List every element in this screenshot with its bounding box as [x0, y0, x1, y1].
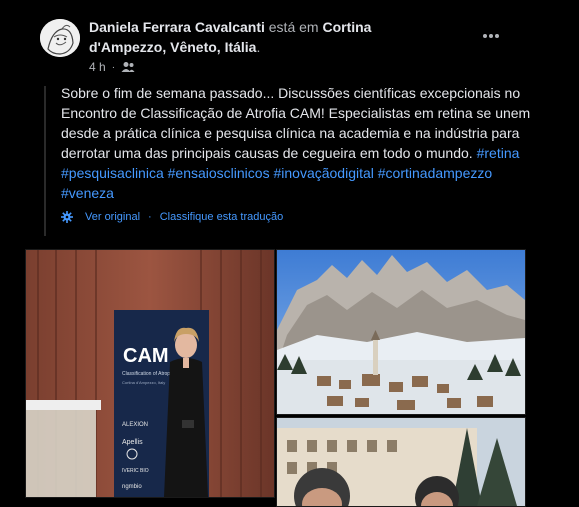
svg-text:ngmbio: ngmbio: [122, 484, 142, 490]
svg-text:IVERIC BIO: IVERIC BIO: [122, 468, 149, 474]
post-time[interactable]: 4 h: [89, 60, 106, 74]
meta-dot: ·: [111, 61, 116, 73]
rate-translation-link[interactable]: Classifique esta tradução: [160, 211, 284, 223]
svg-text:ALEXION: ALEXION: [122, 422, 148, 428]
post-indent-line: [44, 86, 46, 236]
see-original-link[interactable]: Ver original: [85, 211, 140, 223]
translation-row: Ver original · Classifique esta tradução: [61, 211, 283, 223]
hashtag-link[interactable]: #pesquisaclinica: [61, 165, 164, 181]
post-header-line-1: Daniela Ferrara Cavalcanti está em Corti…: [89, 17, 419, 37]
svg-text:Apellis: Apellis: [122, 439, 143, 446]
home-icon[interactable]: [26, 0, 48, 6]
translate-separator: ·: [148, 211, 152, 223]
author-avatar[interactable]: [40, 19, 80, 57]
post-text-main: Sobre o fim de semana passado... Discuss…: [61, 85, 531, 161]
location-link-part2[interactable]: d'Ampezzo, Vêneto, Itália: [89, 39, 256, 55]
friends-icon[interactable]: [121, 61, 135, 73]
hashtag-link[interactable]: #cortinadampezzo: [378, 165, 492, 181]
more-options-icon[interactable]: [478, 26, 504, 46]
post-meta: 4 h ·: [89, 60, 135, 74]
svg-text:Cortina d'Ampezzo, Italy: Cortina d'Ampezzo, Italy: [122, 380, 165, 385]
hashtag-link[interactable]: #retina: [477, 145, 520, 161]
translate-gear-icon: [61, 211, 73, 223]
photo-speaker-stage[interactable]: CAM Classification of Atrophy Cortina d'…: [25, 249, 275, 498]
location-link-part1[interactable]: Cortina: [322, 19, 371, 35]
hashtag-link[interactable]: #inovaçãodigital: [273, 165, 373, 181]
photo-cortina-landscape[interactable]: [276, 249, 526, 415]
post-body: Sobre o fim de semana passado... Discuss…: [61, 83, 531, 203]
author-name[interactable]: Daniela Ferrara Cavalcanti: [89, 19, 265, 35]
top-nav-bar: [0, 0, 579, 8]
svg-text:CAM: CAM: [123, 345, 169, 367]
video-icon[interactable]: [264, 0, 286, 6]
photo-selfie-hotel[interactable]: [276, 417, 526, 507]
notifications-icon[interactable]: [504, 0, 526, 6]
hashtag-link[interactable]: #veneza: [61, 185, 114, 201]
marketplace-icon[interactable]: [384, 0, 406, 6]
hashtag-link[interactable]: #ensaiosclinicos: [168, 165, 270, 181]
location-period: .: [256, 39, 261, 55]
post-header-line-2: d'Ampezzo, Vêneto, Itália.: [89, 37, 419, 57]
checkin-connector: está em: [268, 19, 319, 35]
friends-nav-icon[interactable]: [144, 0, 166, 6]
svg-text:Classification of Atrophy: Classification of Atrophy: [122, 371, 176, 377]
